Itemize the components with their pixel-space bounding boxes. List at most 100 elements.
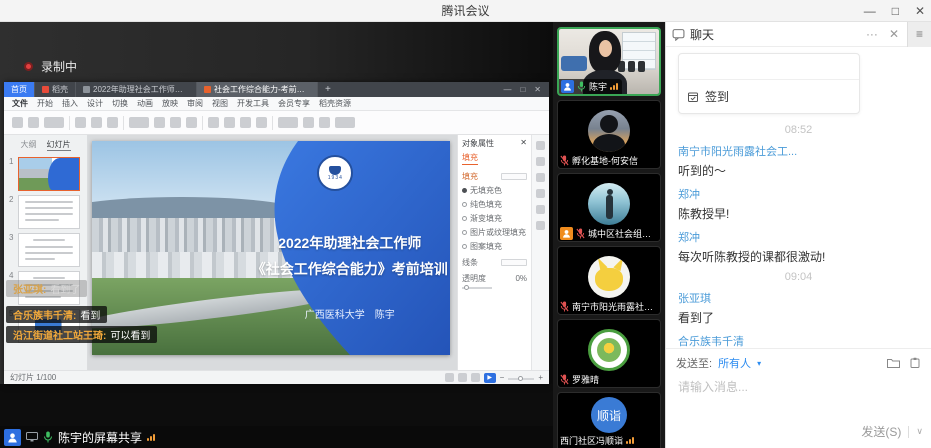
chevron-down-icon[interactable]: ▾: [757, 359, 761, 368]
side-icon-strip: [531, 135, 549, 370]
wps-close-icon[interactable]: ✕: [534, 85, 541, 94]
send-to-dropdown[interactable]: 所有人: [718, 355, 751, 371]
toolbar-icon[interactable]: [12, 117, 23, 128]
strip-icon[interactable]: [536, 141, 545, 150]
file-folder-icon[interactable]: [886, 357, 901, 369]
fill-option[interactable]: 图片或纹理填充: [462, 227, 527, 238]
wps-maximize-icon[interactable]: □: [520, 85, 525, 94]
message-author: 南宁市阳光雨露社会工...: [678, 143, 919, 159]
zoom-out-icon[interactable]: −: [500, 373, 505, 382]
participant-tile[interactable]: 顺诣 西门社区冯顺诣: [557, 392, 661, 448]
menu-item[interactable]: 开始: [37, 98, 53, 109]
menu-item[interactable]: 放映: [162, 98, 178, 109]
mic-muted-icon: [576, 228, 585, 239]
toolbar-icon[interactable]: [129, 117, 149, 128]
fill-dropdown[interactable]: [501, 173, 527, 180]
participant-name: 陈宇: [589, 80, 607, 93]
menu-item[interactable]: 设计: [87, 98, 103, 109]
menu-item[interactable]: 切换: [112, 98, 128, 109]
wps-tab-bar: 首页 稻壳 2022年助理社会工作师考前培训资料 社会工作综合能力-考前培训 +…: [4, 82, 549, 97]
slide-title-line2: 《社会工作综合能力》考前培训: [250, 259, 450, 279]
toolbar-icon[interactable]: [170, 117, 181, 128]
toolbar-icon[interactable]: [240, 117, 251, 128]
view-icon[interactable]: [458, 373, 467, 382]
chat-message: 张亚琪 看到了: [678, 290, 919, 326]
fill-option[interactable]: 无填充色: [462, 185, 527, 196]
menu-item[interactable]: 稻壳资源: [319, 98, 351, 109]
chat-title: 聊天: [690, 26, 714, 43]
zoom-slider[interactable]: [508, 378, 534, 380]
signin-button[interactable]: 签到: [679, 80, 859, 113]
slide-thumbnail[interactable]: 3: [4, 231, 87, 269]
line-dropdown[interactable]: [501, 259, 527, 266]
strip-icon[interactable]: [536, 173, 545, 182]
wps-minimize-icon[interactable]: —: [503, 85, 511, 94]
toolbar-icon[interactable]: [335, 117, 355, 128]
menu-item[interactable]: 文件: [12, 98, 28, 109]
view-icon[interactable]: [471, 373, 480, 382]
toolbar-icon[interactable]: [91, 117, 102, 128]
strip-icon[interactable]: [536, 157, 545, 166]
chat-close-icon[interactable]: ✕: [886, 27, 902, 41]
participant-tile[interactable]: 南宁市阳光雨露社会工...: [557, 246, 661, 315]
wps-tab-document-active[interactable]: 社会工作综合能力-考前培训: [197, 82, 318, 97]
toolbar-icon[interactable]: [44, 117, 64, 128]
toolbar-icon[interactable]: [256, 117, 267, 128]
slides-tab[interactable]: 幻灯片: [47, 139, 71, 151]
menu-item[interactable]: 审阅: [187, 98, 203, 109]
menu-item[interactable]: 动画: [137, 98, 153, 109]
slide-thumbnail[interactable]: 2: [4, 193, 87, 231]
panel-close-icon[interactable]: ✕: [520, 138, 527, 149]
new-tab-button[interactable]: +: [318, 82, 338, 97]
toolbar-icon[interactable]: [75, 117, 86, 128]
participant-tile[interactable]: 孵化基地-何安信: [557, 100, 661, 169]
current-slide[interactable]: 1934 2022年助理社会工作师 《社会工作综合能力》考前培训 广西医科大学 …: [92, 141, 450, 355]
member-badge-icon: [561, 80, 574, 93]
menu-item[interactable]: 开发工具: [237, 98, 269, 109]
maximize-icon[interactable]: □: [892, 5, 899, 17]
send-button[interactable]: 发送(S): [861, 423, 901, 440]
toolbar-icon[interactable]: [303, 117, 314, 128]
toolbar-icon[interactable]: [154, 117, 165, 128]
fill-option[interactable]: 纯色填充: [462, 199, 527, 210]
menu-item[interactable]: 视图: [212, 98, 228, 109]
toolbar-icon[interactable]: [107, 117, 118, 128]
strip-icon[interactable]: [536, 221, 545, 230]
toolbar-icon[interactable]: [278, 117, 298, 128]
participant-tile[interactable]: 陈宇: [557, 27, 661, 96]
toolbar-icon[interactable]: [224, 117, 235, 128]
fill-tab[interactable]: 填充: [462, 152, 478, 165]
send-options-chevron-icon[interactable]: ∨: [916, 426, 923, 437]
opacity-slider[interactable]: [462, 287, 492, 289]
fill-option[interactable]: 图案填充: [462, 241, 527, 252]
toolbar-icon[interactable]: [208, 117, 219, 128]
outline-tab[interactable]: 大纲: [21, 139, 37, 151]
strip-icon[interactable]: [536, 189, 545, 198]
close-icon[interactable]: ✕: [915, 5, 925, 17]
wps-tab-home[interactable]: 首页: [4, 82, 35, 97]
toolbar-icon[interactable]: [186, 117, 197, 128]
zoom-in-icon[interactable]: +: [538, 373, 543, 382]
document-icon: [83, 86, 90, 93]
slide-thumbnail[interactable]: 1: [4, 155, 87, 193]
strip-icon[interactable]: [536, 205, 545, 214]
participant-tile[interactable]: 城中区社会组织孵...: [557, 173, 661, 242]
chat-message-list[interactable]: 签到 08:52 南宁市阳光雨露社会工... 听到的～ 郑冲 陈教授早! 郑冲 …: [666, 47, 931, 348]
send-to-label: 发送至:: [676, 355, 712, 371]
wps-tab-docer[interactable]: 稻壳: [35, 82, 76, 97]
chat-more-icon[interactable]: ···: [863, 27, 881, 41]
menu-item[interactable]: 会员专享: [278, 98, 310, 109]
toolbar-icon[interactable]: [319, 117, 330, 128]
fill-option[interactable]: 渐变填充: [462, 213, 527, 224]
presenter-avatar-icon: [4, 429, 21, 446]
panel-menu-icon[interactable]: ≡: [907, 22, 931, 47]
toolbar-icon[interactable]: [28, 117, 39, 128]
chat-input[interactable]: [676, 379, 921, 395]
wps-tab-document-1[interactable]: 2022年助理社会工作师考前培训资料: [76, 82, 197, 97]
menu-item[interactable]: 插入: [62, 98, 78, 109]
participant-tile[interactable]: 罗雅晴: [557, 319, 661, 388]
minimize-icon[interactable]: —: [864, 5, 876, 17]
clipboard-icon[interactable]: [909, 357, 921, 369]
slideshow-play-button[interactable]: ▶: [484, 373, 496, 383]
view-icon[interactable]: [445, 373, 454, 382]
